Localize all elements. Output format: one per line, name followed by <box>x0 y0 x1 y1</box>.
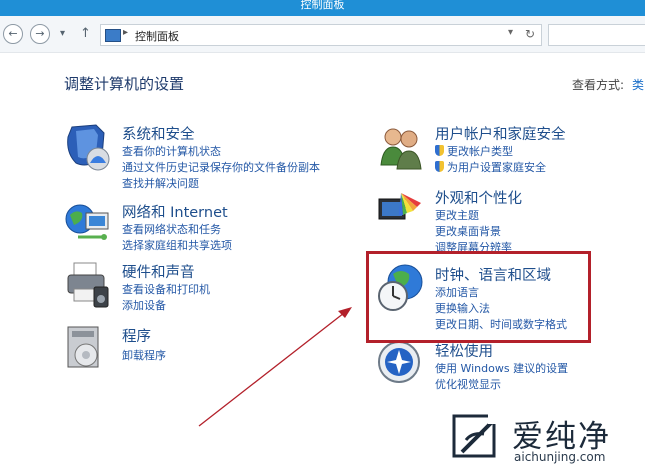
brand-logo-icon <box>452 412 500 458</box>
watermark-logo: 爱纯净 aichunjing.com <box>452 409 645 469</box>
brand-url: aichunjing.com <box>514 450 606 464</box>
annotation-arrow <box>198 307 352 427</box>
